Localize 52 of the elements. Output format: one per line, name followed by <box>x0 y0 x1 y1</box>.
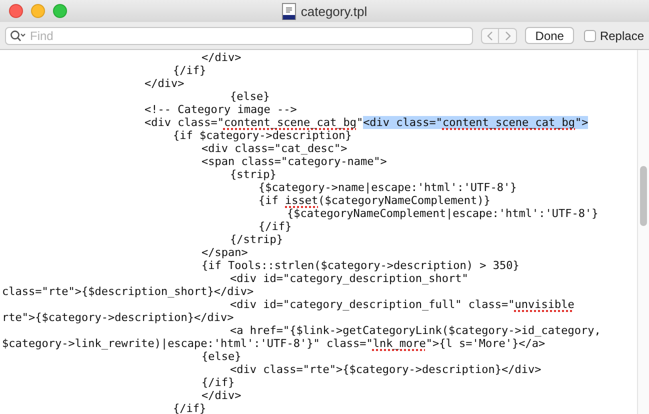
replace-label[interactable]: Replace <box>600 28 644 42</box>
misspelled-word: lnk_more <box>372 337 426 350</box>
code-text: {/if} <box>172 64 206 77</box>
code-text: <a href="{$link->getCategoryLink($category->id_category, <box>229 324 601 337</box>
code-text: {if $category->description} <box>172 129 352 142</box>
replace-checkbox[interactable] <box>584 30 596 42</box>
scrollbar-thumb[interactable] <box>640 166 647 226</box>
code-text: </div> <box>200 389 242 402</box>
code-text: <span class="category-name"> <box>200 155 387 168</box>
selected-text: <div class=" <box>363 116 443 129</box>
code-text: class="rte">{$description_short}</div> <box>2 285 254 298</box>
code-text: ($categoryNameComplement)} <box>318 194 490 207</box>
code-text: " <box>356 116 364 129</box>
misspelled-word: content_scene_cat_bg <box>224 116 356 129</box>
code-text: <div class="cat_desc"> <box>200 142 348 155</box>
misspelled-word: isset <box>285 194 318 207</box>
document-icon <box>282 2 296 20</box>
code-text: {$category->name|escape:'html':'UTF-8'} <box>258 181 517 194</box>
window-title: category.tpl <box>300 4 368 18</box>
zoom-button[interactable] <box>53 4 67 18</box>
code-text: {/if} <box>172 402 206 414</box>
code-text: rte">{$category->description}</div> <box>2 311 234 324</box>
code-text: <div class="rte">{$category->description}</div> <box>229 363 542 376</box>
code-text: {if <box>258 194 280 207</box>
code-text: <div id="category_description_short" <box>229 272 468 285</box>
misspelled-word: unvisible <box>514 298 574 311</box>
code-text: {$categoryNameComplement|escape:'html':'UTF-8'} <box>286 207 598 220</box>
code-text: {if Tools::strlen($category->description) > 350} <box>200 259 520 272</box>
code-text: </span> <box>200 246 248 259</box>
code-text: <div id="category_description_full" class=" <box>229 298 515 311</box>
code-text: {strip} <box>229 168 276 181</box>
done-button[interactable]: Done <box>525 27 574 44</box>
code-text: ">{l s='More'}</a> <box>426 337 546 350</box>
code-text: $category->link_rewrite)|escape:'html':'UTF-8'}" class=" <box>2 337 373 350</box>
code-text: </div> <box>144 77 184 90</box>
code-text: {/strip} <box>229 233 283 246</box>
selected-text: "> <box>575 116 588 129</box>
code-text: {/if} <box>258 220 292 233</box>
code-text: {else} <box>229 90 270 103</box>
code-text: </div> <box>200 51 242 64</box>
code-text: <div class=" <box>144 116 224 129</box>
code-text: {else} <box>200 350 242 363</box>
chevron-left-icon <box>487 30 494 40</box>
close-button[interactable] <box>9 4 23 18</box>
previous-button[interactable] <box>481 28 500 44</box>
selected-text: content_scene_cat_bg <box>442 116 575 129</box>
code-text: {/if} <box>200 376 235 389</box>
chevron-right-icon <box>504 30 511 40</box>
next-button[interactable] <box>499 28 518 44</box>
find-field[interactable]: Find <box>5 26 474 44</box>
code-text: <!-- Category image --> <box>144 103 297 116</box>
minimize-button[interactable] <box>31 4 45 18</box>
